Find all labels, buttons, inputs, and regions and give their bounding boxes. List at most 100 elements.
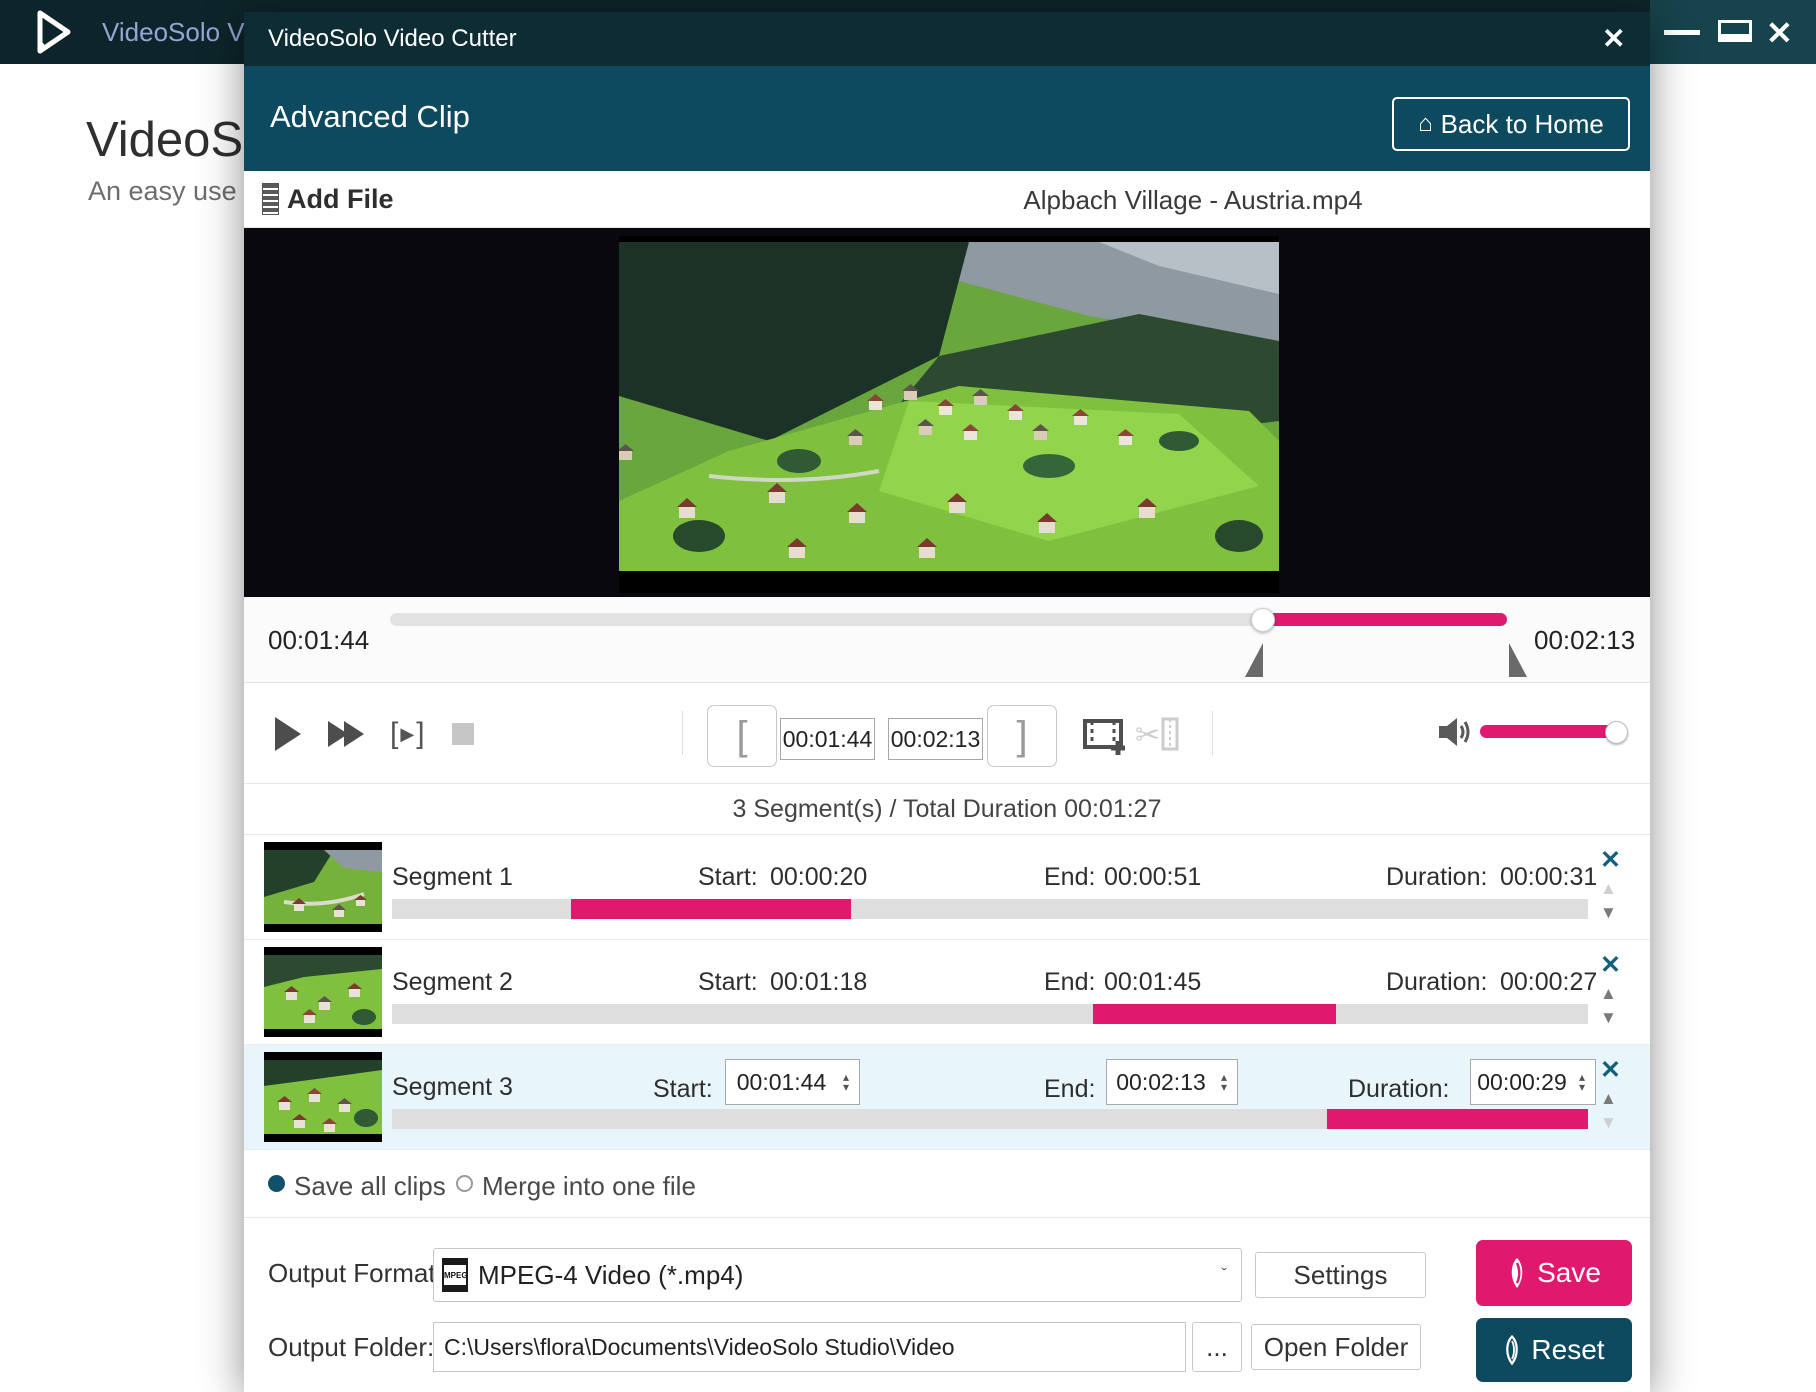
end-value: 00:01:45 xyxy=(1104,968,1201,997)
segment-range-bar[interactable] xyxy=(392,1004,1588,1024)
segment-start-input[interactable] xyxy=(726,1069,837,1096)
maximize-icon[interactable] xyxy=(1718,20,1752,42)
delete-segment-icon[interactable]: ✕ xyxy=(1600,845,1621,875)
output-format-value: MPEG-4 Video (*.mp4) xyxy=(478,1260,743,1291)
file-bar: Add File Alpbach Village - Austria.mp4 xyxy=(244,171,1650,228)
segment-bar-fill-1 xyxy=(1093,1004,1336,1024)
segments-summary: 3 Segment(s) / Total Duration 00:01:27 xyxy=(244,784,1650,835)
timeline-handle[interactable] xyxy=(1251,608,1275,632)
output-section: Output Format: MPEG MPEG-4 Video (*.mp4)… xyxy=(244,1218,1650,1392)
trim-start-handle[interactable] xyxy=(1245,643,1263,677)
move-up-icon[interactable]: ▲ xyxy=(1600,1089,1617,1109)
start-label: Start: xyxy=(698,968,758,997)
volume-icon[interactable] xyxy=(1437,715,1471,749)
segment-row-3[interactable]: Segment 3 Start: ▴▾ End: ▴▾ Duration: ▴▾… xyxy=(244,1045,1650,1150)
duration-label: Duration: xyxy=(1386,863,1487,892)
timeline-row: 00:01:44 00:02:13 xyxy=(244,597,1650,683)
segment-bar-fill-0 xyxy=(571,899,851,919)
video-cutter-dialog: VideoSolo Video Cutter ✕ Advanced Clip ⌂… xyxy=(244,12,1650,1392)
dialog-close-icon[interactable]: ✕ xyxy=(1602,22,1625,55)
end-time-spinbox[interactable]: ▴▾ xyxy=(1106,1059,1238,1105)
delete-segment-icon[interactable]: ✕ xyxy=(1600,1055,1621,1085)
dialog-titlebar[interactable]: VideoSolo Video Cutter ✕ xyxy=(244,12,1650,66)
segment-end-input[interactable] xyxy=(1107,1069,1215,1096)
film-strip-icon xyxy=(262,183,279,215)
segment-range-bar[interactable] xyxy=(392,1109,1588,1129)
reset-button[interactable]: Reset xyxy=(1476,1318,1632,1382)
volume-handle[interactable] xyxy=(1605,721,1628,744)
save-options-row: Save all clips Merge into one file xyxy=(244,1151,1650,1218)
segment-name: Segment 2 xyxy=(392,968,513,997)
video-preview-frame[interactable] xyxy=(619,236,1279,593)
move-down-icon[interactable]: ▼ xyxy=(1600,1008,1617,1028)
spinner-arrows-icon[interactable]: ▴▾ xyxy=(837,1072,855,1092)
play-icon[interactable] xyxy=(275,717,301,751)
output-folder-input[interactable] xyxy=(433,1322,1186,1372)
split-segment-icon[interactable]: ✂ xyxy=(1135,715,1183,757)
save-all-clips-label[interactable]: Save all clips xyxy=(294,1171,446,1202)
stop-icon[interactable] xyxy=(452,723,474,745)
duration-value: 00:00:31 xyxy=(1500,863,1597,892)
divider xyxy=(682,711,683,755)
advanced-clip-banner: Advanced Clip ⌂ Back to Home xyxy=(244,66,1650,171)
play-segment-icon[interactable]: [▶] xyxy=(390,717,427,751)
volume-fill xyxy=(1480,725,1622,738)
minimize-icon[interactable] xyxy=(1664,30,1700,35)
output-format-label: Output Format: xyxy=(268,1258,443,1289)
back-to-home-label: Back to Home xyxy=(1441,109,1604,140)
close-icon[interactable]: ✕ xyxy=(1766,14,1793,52)
segment-duration-input[interactable] xyxy=(1471,1069,1573,1096)
segment-row-2[interactable]: Segment 2 Start: 00:01:18 End: 00:01:45 … xyxy=(244,940,1650,1045)
segment-thumbnail xyxy=(264,842,382,932)
move-up-icon[interactable]: ▲ xyxy=(1600,879,1617,899)
add-segment-icon[interactable] xyxy=(1082,715,1128,757)
segment-range-bar[interactable] xyxy=(392,899,1588,919)
add-file-button[interactable]: Add File xyxy=(262,183,394,215)
spinner-arrows-icon[interactable]: ▴▾ xyxy=(1573,1072,1591,1092)
segment-thumbnail xyxy=(264,1052,382,1142)
set-start-icon: [ xyxy=(736,714,747,759)
end-time-input[interactable] xyxy=(888,718,983,760)
timeline-range-fill xyxy=(1263,613,1507,626)
set-start-button[interactable]: [ xyxy=(707,705,777,767)
segment-row-1[interactable]: Segment 1 Start: 00:00:20 End: 00:00:51 … xyxy=(244,835,1650,940)
merge-radio[interactable] xyxy=(456,1175,473,1192)
spinner-arrows-icon[interactable]: ▴▾ xyxy=(1215,1072,1233,1092)
playback-controls-row: [▶] [ ] ✂ xyxy=(244,683,1650,784)
merge-label[interactable]: Merge into one file xyxy=(482,1171,696,1202)
save-button[interactable]: Save xyxy=(1476,1240,1632,1306)
segment-name: Segment 3 xyxy=(392,1073,513,1102)
back-to-home-button[interactable]: ⌂ Back to Home xyxy=(1392,97,1630,151)
start-label: Start: xyxy=(698,863,758,892)
end-label: End: xyxy=(1044,863,1095,892)
fast-forward-icon[interactable] xyxy=(328,721,360,747)
settings-button[interactable]: Settings xyxy=(1255,1252,1426,1298)
screen: VideoSolo Vi ✕ VideoSo An easy use Video… xyxy=(0,0,1816,1392)
segment-name: Segment 1 xyxy=(392,863,513,892)
duration-label: Duration: xyxy=(1348,1075,1449,1104)
add-file-label: Add File xyxy=(287,184,394,215)
move-down-icon[interactable]: ▼ xyxy=(1600,903,1617,923)
main-window-subheading: An easy use xyxy=(88,176,237,207)
volume-slider[interactable] xyxy=(1480,725,1622,738)
move-down-icon[interactable]: ▼ xyxy=(1600,1113,1617,1133)
start-value: 00:01:18 xyxy=(770,968,867,997)
end-label: End: xyxy=(1044,968,1095,997)
start-value: 00:00:20 xyxy=(770,863,867,892)
start-time-spinbox[interactable]: ▴▾ xyxy=(725,1059,860,1105)
duration-value: 00:00:27 xyxy=(1500,968,1597,997)
start-time-input[interactable] xyxy=(780,718,875,760)
timeline-track[interactable] xyxy=(390,613,1507,626)
trim-end-handle[interactable] xyxy=(1509,643,1527,677)
set-end-button[interactable]: ] xyxy=(987,705,1057,767)
output-format-dropdown[interactable]: MPEG MPEG-4 Video (*.mp4) ˇ xyxy=(433,1248,1242,1302)
save-all-clips-radio[interactable] xyxy=(268,1175,285,1192)
delete-segment-icon[interactable]: ✕ xyxy=(1600,950,1621,980)
browse-folder-button[interactable]: ... xyxy=(1192,1322,1242,1372)
move-up-icon[interactable]: ▲ xyxy=(1600,984,1617,1004)
segment-thumbnail xyxy=(264,947,382,1037)
duration-label: Duration: xyxy=(1386,968,1487,997)
duration-spinbox[interactable]: ▴▾ xyxy=(1470,1059,1596,1105)
open-folder-button[interactable]: Open Folder xyxy=(1251,1324,1421,1370)
mpeg-format-icon: MPEG xyxy=(442,1258,468,1292)
